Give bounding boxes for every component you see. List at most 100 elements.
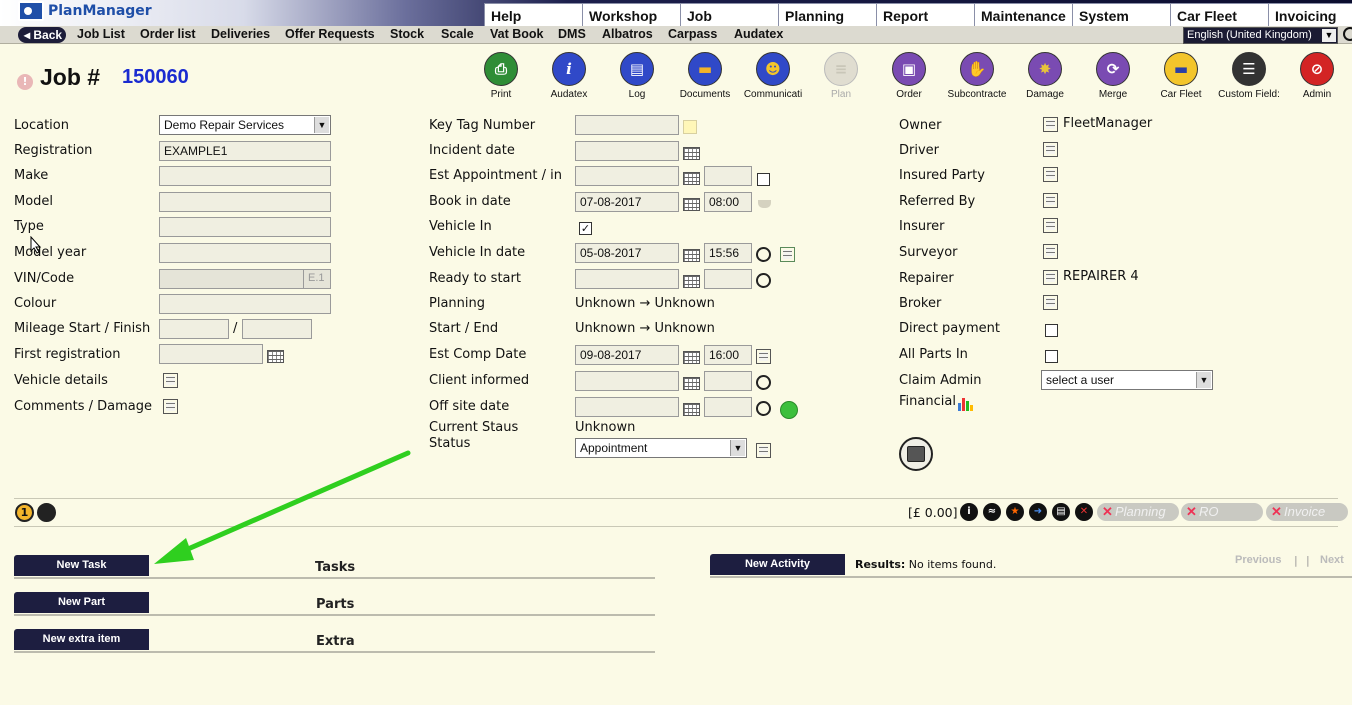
handshake-icon[interactable]: ≈ bbox=[983, 503, 1001, 521]
clock-icon[interactable] bbox=[756, 375, 771, 390]
clock-icon[interactable] bbox=[756, 247, 771, 262]
notes-icon[interactable] bbox=[756, 443, 771, 458]
audatex-button[interactable]: i Audatex bbox=[534, 52, 604, 100]
colour-input[interactable] bbox=[159, 294, 331, 314]
language-select[interactable]: English (United Kingdom) ▼ bbox=[1183, 27, 1338, 44]
new-activity-button[interactable]: New Activity bbox=[710, 554, 845, 575]
vin-input[interactable] bbox=[159, 269, 304, 289]
nav-dms[interactable]: DMS bbox=[558, 27, 586, 41]
new-task-button[interactable]: New Task bbox=[14, 555, 149, 576]
location-select[interactable]: Demo Repair Services ▼ bbox=[159, 115, 331, 135]
tab-workshop[interactable]: Workshop bbox=[582, 3, 680, 26]
mileage-start-input[interactable] bbox=[159, 319, 229, 339]
vehicle-in-date-input[interactable]: 05-08-2017 bbox=[575, 243, 679, 263]
status-select[interactable]: Appointment ▼ bbox=[575, 438, 747, 458]
next-link[interactable]: Next bbox=[1320, 554, 1344, 566]
calendar-icon[interactable] bbox=[683, 351, 700, 364]
tab-invoicing[interactable]: Invoicing bbox=[1268, 3, 1352, 26]
calendar-icon[interactable] bbox=[683, 377, 700, 390]
client-informed-time-input[interactable] bbox=[704, 371, 752, 391]
registration-input[interactable]: EXAMPLE1 bbox=[159, 141, 331, 161]
vehicle-in-time-input[interactable]: 15:56 bbox=[704, 243, 752, 263]
model-input[interactable] bbox=[159, 192, 331, 212]
nav-offer-requests[interactable]: Offer Requests bbox=[285, 27, 375, 41]
notes-icon[interactable] bbox=[1043, 117, 1058, 132]
nav-stock[interactable]: Stock bbox=[390, 27, 424, 41]
calendar-icon[interactable] bbox=[683, 198, 700, 211]
calendar-icon[interactable] bbox=[683, 147, 700, 160]
notes-icon[interactable] bbox=[1043, 270, 1058, 285]
car-fleet-button[interactable]: ▬ Car Fleet bbox=[1146, 52, 1216, 100]
log-button[interactable]: ▤ Log bbox=[602, 52, 672, 100]
notes-icon[interactable] bbox=[163, 373, 178, 388]
back-button[interactable]: ◂ Back bbox=[18, 27, 66, 43]
nav-scale[interactable]: Scale bbox=[441, 27, 474, 41]
notes-icon[interactable] bbox=[1043, 142, 1058, 157]
notes-icon[interactable] bbox=[756, 349, 771, 364]
power-icon[interactable] bbox=[1343, 27, 1352, 41]
clock-icon[interactable] bbox=[756, 273, 771, 288]
ready-time-input[interactable] bbox=[704, 269, 752, 289]
documents-button[interactable]: ▬ Documents bbox=[670, 52, 740, 100]
nav-vat-book[interactable]: Vat Book bbox=[490, 27, 544, 41]
model-year-input[interactable] bbox=[159, 243, 331, 263]
clock-icon[interactable] bbox=[756, 401, 771, 416]
off-site-time-input[interactable] bbox=[704, 397, 752, 417]
count-badge[interactable]: 1 bbox=[15, 503, 34, 522]
first-registration-input[interactable] bbox=[159, 344, 263, 364]
type-input[interactable] bbox=[159, 217, 331, 237]
notes-icon[interactable] bbox=[1043, 167, 1058, 182]
notes-icon[interactable] bbox=[1043, 218, 1058, 233]
document-icon[interactable]: ▤ bbox=[1052, 503, 1070, 521]
client-informed-date-input[interactable] bbox=[575, 371, 679, 391]
person-icon[interactable] bbox=[37, 503, 56, 522]
previous-link[interactable]: Previous bbox=[1235, 554, 1281, 566]
custom-fields-button[interactable]: ☰ Custom Field: bbox=[1214, 52, 1284, 100]
star-icon[interactable]: ★ bbox=[1006, 503, 1024, 521]
calendar-icon[interactable] bbox=[683, 403, 700, 416]
direct-payment-checkbox[interactable] bbox=[1045, 324, 1058, 337]
bar-chart-icon[interactable] bbox=[958, 396, 974, 411]
save-button[interactable] bbox=[899, 437, 933, 471]
tab-help[interactable]: Help bbox=[484, 3, 582, 26]
tab-planning[interactable]: Planning bbox=[778, 3, 876, 26]
est-appointment-date-input[interactable] bbox=[575, 166, 679, 186]
mileage-finish-input[interactable] bbox=[242, 319, 312, 339]
smiley-icon[interactable] bbox=[780, 401, 798, 419]
new-part-button[interactable]: New Part bbox=[14, 592, 149, 613]
communication-button[interactable]: ☻ Communicati bbox=[738, 52, 808, 100]
all-parts-checkbox[interactable] bbox=[1045, 350, 1058, 363]
key-tag-input[interactable] bbox=[575, 115, 679, 135]
admin-button[interactable]: ⊘ Admin bbox=[1282, 52, 1352, 100]
make-input[interactable] bbox=[159, 166, 331, 186]
info-icon[interactable]: i bbox=[960, 503, 978, 521]
merge-button[interactable]: ⟳ Merge bbox=[1078, 52, 1148, 100]
ro-status-button[interactable]: ✕ RO bbox=[1181, 503, 1263, 521]
est-comp-date-input[interactable]: 09-08-2017 bbox=[575, 345, 679, 365]
tab-car-fleet[interactable]: Car Fleet bbox=[1170, 3, 1268, 26]
subcontract-button[interactable]: ✋ Subcontracte bbox=[942, 52, 1012, 100]
print-button[interactable]: ⎙ Print bbox=[466, 52, 536, 100]
notes-icon[interactable] bbox=[1043, 193, 1058, 208]
off-site-date-input[interactable] bbox=[575, 397, 679, 417]
est-appointment-time-input[interactable] bbox=[704, 166, 752, 186]
nav-audatex[interactable]: Audatex bbox=[734, 27, 783, 41]
checklist-icon[interactable] bbox=[780, 247, 795, 262]
nav-carpass[interactable]: Carpass bbox=[668, 27, 717, 41]
damage-button[interactable]: ✸ Damage bbox=[1010, 52, 1080, 100]
sticky-note-icon[interactable] bbox=[683, 120, 697, 134]
cancel-icon[interactable]: ✕ bbox=[1075, 503, 1093, 521]
tab-job[interactable]: Job bbox=[680, 3, 778, 26]
nav-job-list[interactable]: Job List bbox=[77, 27, 125, 41]
nav-deliveries[interactable]: Deliveries bbox=[211, 27, 270, 41]
tab-system[interactable]: System bbox=[1072, 3, 1170, 26]
book-in-date-input[interactable]: 07-08-2017 bbox=[575, 192, 679, 212]
order-button[interactable]: ▣ Order bbox=[874, 52, 944, 100]
calendar-icon[interactable] bbox=[683, 275, 700, 288]
notes-icon[interactable] bbox=[1043, 244, 1058, 259]
book-in-time-input[interactable]: 08:00 bbox=[704, 192, 752, 212]
incident-date-input[interactable] bbox=[575, 141, 679, 161]
nav-albatros[interactable]: Albatros bbox=[602, 27, 653, 41]
est-comp-time-input[interactable]: 16:00 bbox=[704, 345, 752, 365]
app-logo[interactable]: PlanManager bbox=[18, 0, 152, 22]
